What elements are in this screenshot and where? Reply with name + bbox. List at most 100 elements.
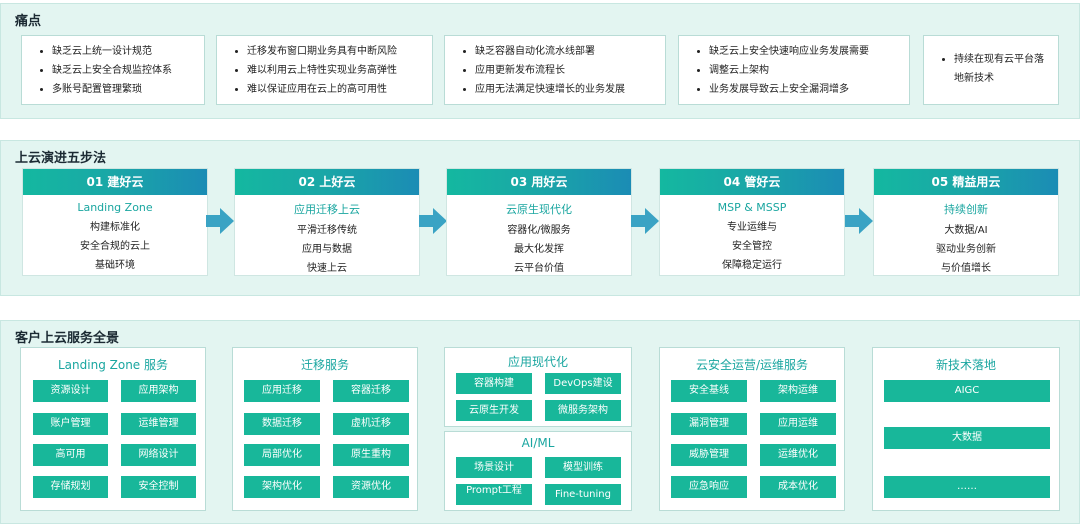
service-tag: 容器构建 <box>456 373 532 394</box>
service-tag: 虚机迁移 <box>333 413 409 435</box>
service-tag: 应用架构 <box>121 380 196 402</box>
panel-title: 应用现代化 <box>507 355 568 369</box>
step-card: 03 用好云 云原生现代化 容器化/微服务 最大化发挥 云平台价值 <box>446 168 632 276</box>
pain-point-item: 业务发展导致云上安全漏洞增多 <box>709 80 909 99</box>
step-heading: 05 精益用云 <box>874 169 1058 195</box>
five-steps-title: 上云演进五步法 <box>15 151 107 166</box>
service-tag: 安全基线 <box>671 380 747 402</box>
step-subtitle: Landing Zone <box>77 201 153 214</box>
service-tag: 成本优化 <box>760 476 836 498</box>
arrow-right-icon <box>206 208 234 234</box>
step-desc: 与价值增长 <box>941 263 991 274</box>
step-desc: 最大化发挥 <box>514 244 564 255</box>
step-desc: 大数据/AI <box>944 225 988 236</box>
service-tag: …… <box>884 476 1050 498</box>
pain-point-item: 迁移发布窗口期业务具有中断风险 <box>247 42 432 61</box>
step-heading: 02 上好云 <box>235 169 419 195</box>
step-desc: 驱动业务创新 <box>936 244 996 255</box>
step-desc: 安全合规的云上 <box>80 241 150 252</box>
pain-points-section: 痛点 缺乏云上统一设计规范 缺乏云上安全合规监控体系 多账号配置管理繁琐 迁移发… <box>0 3 1080 119</box>
services-title: 客户上云服务全景 <box>15 331 120 346</box>
step-card: 04 管好云 MSP & MSSP 专业运维与 安全管控 保障稳定运行 <box>659 168 845 276</box>
service-tag: 云原生开发 <box>456 400 532 421</box>
service-tag: 大数据 <box>884 427 1050 449</box>
arrow-right-icon <box>631 208 659 234</box>
panel-title: 云安全运营/运维服务 <box>695 358 809 372</box>
pain-point-item: 多账号配置管理繁琐 <box>52 80 204 99</box>
landing-zone-panel: Landing Zone 服务 资源设计 应用架构 账户管理 运维管理 高可用 … <box>20 347 206 511</box>
service-tag: 威胁管理 <box>671 444 747 466</box>
pain-point-item: 持续在现有云平台落 <box>954 50 1058 69</box>
service-tag: Fine-tuning <box>545 484 621 505</box>
pain-point-item: 难以保证应用在云上的高可用性 <box>247 80 432 99</box>
step-desc: 云平台价值 <box>514 263 564 274</box>
step-desc: 保障稳定运行 <box>722 260 782 271</box>
service-tag: 漏洞管理 <box>671 413 747 435</box>
service-tag: 应急响应 <box>671 476 747 498</box>
pain-point-group: 缺乏容器自动化流水线部署 应用更新发布流程长 应用无法满足快速增长的业务发展 <box>444 35 666 105</box>
pain-point-group: 缺乏云上统一设计规范 缺乏云上安全合规监控体系 多账号配置管理繁琐 <box>21 35 205 105</box>
arrow-right-icon <box>419 208 447 234</box>
pain-point-group: 缺乏云上安全快速响应业务发展需要 调整云上架构 业务发展导致云上安全漏洞增多 <box>678 35 910 105</box>
pain-point-item: 调整云上架构 <box>709 61 909 80</box>
panel-title: 新技术落地 <box>935 358 996 372</box>
panel-title: AI/ML <box>521 436 555 450</box>
service-tag: 账户管理 <box>33 413 108 435</box>
pain-point-group: 迁移发布窗口期业务具有中断风险 难以利用云上特性实现业务高弹性 难以保证应用在云… <box>216 35 433 105</box>
service-tag: 运维优化 <box>760 444 836 466</box>
step-desc: 专业运维与 <box>727 222 777 233</box>
service-tag: 应用运维 <box>760 413 836 435</box>
service-tag: DevOps建设 <box>545 373 621 394</box>
pain-point-item: 缺乏云上安全合规监控体系 <box>52 61 204 80</box>
service-tag: 架构优化 <box>244 476 320 498</box>
pain-point-item: 难以利用云上特性实现业务高弹性 <box>247 61 432 80</box>
pain-point-item: 缺乏云上统一设计规范 <box>52 42 204 61</box>
pain-point-item: 缺乏容器自动化流水线部署 <box>475 42 665 61</box>
pain-point-item: 应用更新发布流程长 <box>475 61 665 80</box>
step-subtitle: 应用迁移上云 <box>294 203 360 216</box>
step-heading: 01 建好云 <box>23 169 207 195</box>
service-tag: 资源设计 <box>33 380 108 402</box>
step-subtitle: 持续创新 <box>944 203 988 216</box>
app-modernization-panel: 应用现代化 容器构建 DevOps建设 云原生开发 微服务架构 <box>444 347 632 427</box>
migration-panel: 迁移服务 应用迁移 容器迁移 数据迁移 虚机迁移 局部优化 原生重构 架构优化 … <box>232 347 418 511</box>
new-tech-panel: 新技术落地 AIGC 大数据 …… <box>872 347 1060 511</box>
service-tag: 数据迁移 <box>244 413 320 435</box>
pain-points-title: 痛点 <box>15 14 42 29</box>
step-heading: 03 用好云 <box>447 169 631 195</box>
service-tag: 应用迁移 <box>244 380 320 402</box>
step-desc: 平滑迁移传统 <box>297 225 357 236</box>
service-tag: 网络设计 <box>121 444 196 466</box>
panel-title: Landing Zone 服务 <box>58 358 168 372</box>
step-subtitle: 云原生现代化 <box>506 203 572 216</box>
aiml-panel: AI/ML 场景设计 模型训练 Prompt工程 Fine-tuning <box>444 431 632 511</box>
service-tag: 资源优化 <box>333 476 409 498</box>
service-tag: 局部优化 <box>244 444 320 466</box>
service-tag: 原生重构 <box>333 444 409 466</box>
arrow-right-icon <box>845 208 873 234</box>
service-tag: Prompt工程 <box>456 484 532 505</box>
pain-point-item: 地新技术 <box>954 73 994 84</box>
step-desc: 应用与数据 <box>302 244 352 255</box>
pain-point-item: 缺乏云上安全快速响应业务发展需要 <box>709 42 909 61</box>
service-tag: 安全控制 <box>121 476 196 498</box>
step-card: 02 上好云 应用迁移上云 平滑迁移传统 应用与数据 快速上云 <box>234 168 420 276</box>
service-tag: 模型训练 <box>545 457 621 478</box>
step-desc: 安全管控 <box>732 241 772 252</box>
step-desc: 构建标准化 <box>90 222 140 233</box>
panel-title: 迁移服务 <box>300 358 349 372</box>
service-tag: 容器迁移 <box>333 380 409 402</box>
pain-point-group: 持续在现有云平台落 地新技术 <box>923 35 1059 105</box>
step-desc: 基础环境 <box>95 260 135 271</box>
step-heading: 04 管好云 <box>660 169 844 195</box>
service-tag: 高可用 <box>33 444 108 466</box>
service-tag: 存储规划 <box>33 476 108 498</box>
step-subtitle: MSP & MSSP <box>717 201 787 214</box>
step-desc: 快速上云 <box>307 263 347 274</box>
service-tag: 运维管理 <box>121 413 196 435</box>
service-tag: AIGC <box>884 380 1050 402</box>
pain-point-item: 应用无法满足快速增长的业务发展 <box>475 80 665 99</box>
step-card: 01 建好云 Landing Zone 构建标准化 安全合规的云上 基础环境 <box>22 168 208 276</box>
service-tag: 场景设计 <box>456 457 532 478</box>
service-tag: 架构运维 <box>760 380 836 402</box>
